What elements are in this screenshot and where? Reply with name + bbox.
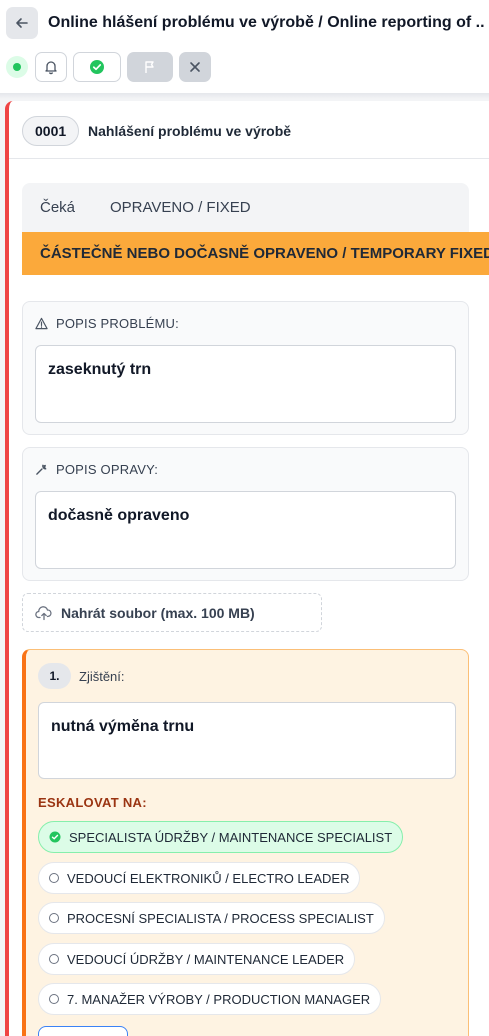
status-current-label: ČÁSTEČNĚ NEBO DOČASNĚ OPRAVENO / TEMPORA… — [40, 245, 489, 262]
close-button[interactable] — [179, 52, 211, 82]
problem-section: POPIS PROBLÉMU: zaseknutý trn — [22, 301, 469, 435]
radio-icon — [49, 913, 59, 923]
finding-section: 1. Zjištění: nutná výměna trnu ESKALOVAT… — [22, 649, 469, 1036]
escalate-option-production-manager[interactable]: 7. MANAŽER VÝROBY / PRODUCTION MANAGER — [38, 983, 382, 1015]
status-tabs: Čeká OPRAVENO / FIXED — [22, 183, 469, 233]
escalate-option-process-specialist[interactable]: PROCESNÍ SPECIALISTA / PROCESS SPECIALIS… — [38, 902, 385, 934]
card-title: Nahlášení problému ve výrobě — [88, 123, 292, 139]
radio-icon — [49, 994, 59, 1004]
repair-description-value: dočasně opraveno — [48, 507, 190, 524]
radio-icon — [49, 873, 59, 883]
problem-label-row: POPIS PROBLÉMU: — [35, 316, 179, 331]
confirm-button[interactable] — [73, 52, 121, 82]
option-label: VEDOUCÍ ELEKTRONIKŮ / ELECTRO LEADER — [67, 870, 350, 886]
status-waiting[interactable]: Čeká — [40, 199, 75, 216]
upload-label: Nahrát soubor (max. 100 MB) — [61, 604, 255, 621]
repair-label: POPIS OPRAVY: — [56, 462, 159, 477]
finding-label: Zjištění: — [79, 669, 125, 684]
bell-icon — [45, 61, 57, 75]
option-label: SPECIALISTA ÚDRŽBY / MAINTENANCE SPECIAL… — [69, 829, 393, 845]
problem-label: POPIS PROBLÉMU: — [56, 316, 179, 331]
report-id-badge: 0001 — [22, 116, 80, 146]
close-icon — [190, 62, 200, 72]
notifications-button[interactable] — [35, 52, 67, 82]
repair-label-row: POPIS OPRAVY: — [35, 462, 158, 477]
cloud-upload-icon — [35, 605, 52, 620]
add-finding-button[interactable] — [38, 1026, 128, 1036]
status-fixed[interactable]: OPRAVENO / FIXED — [110, 199, 251, 216]
finding-field[interactable]: nutná výměna trnu — [38, 702, 456, 779]
page-title: Online hlášení problému ve výrobě / Onli… — [48, 14, 484, 31]
upload-file-button[interactable]: Nahrát soubor (max. 100 MB) — [22, 593, 322, 632]
check-circle-icon — [90, 60, 104, 74]
finding-number: 1. — [38, 663, 71, 689]
card-header: 0001 Nahlášení problému ve výrobě — [9, 101, 489, 159]
app: Online hlášení problému ve výrobě / Onli… — [0, 0, 489, 1036]
report-card: 0001 Nahlášení problému ve výrobě Čeká O… — [5, 101, 489, 1036]
flag-icon — [145, 61, 154, 73]
header: Online hlášení problému ve výrobě / Onli… — [0, 0, 489, 94]
repair-description-field[interactable]: dočasně opraveno — [35, 491, 456, 569]
flag-button[interactable] — [127, 52, 173, 82]
status-indicator — [6, 56, 28, 78]
escalate-option-electro-leader[interactable]: VEDOUCÍ ELEKTRONIKŮ / ELECTRO LEADER — [38, 862, 361, 894]
option-label: PROCESNÍ SPECIALISTA / PROCESS SPECIALIS… — [67, 910, 374, 926]
option-label: 7. MANAŽER VÝROBY / PRODUCTION MANAGER — [67, 991, 371, 1007]
back-button[interactable] — [6, 7, 38, 39]
escalate-option-maintenance-specialist[interactable]: SPECIALISTA ÚDRŽBY / MAINTENANCE SPECIAL… — [38, 821, 404, 853]
escalate-option-maintenance-leader[interactable]: VEDOUCÍ ÚDRŽBY / MAINTENANCE LEADER — [38, 943, 356, 975]
escalate-label: ESKALOVAT NA: — [38, 795, 147, 810]
problem-description-value: zaseknutý trn — [48, 361, 152, 378]
status-dot-icon — [13, 63, 21, 71]
arrow-left-icon — [16, 18, 28, 28]
repair-section: POPIS OPRAVY: dočasně opraveno — [22, 447, 469, 581]
wrench-icon — [36, 464, 47, 475]
warning-icon — [35, 317, 48, 330]
check-circle-icon — [49, 831, 61, 843]
problem-description-field[interactable]: zaseknutý trn — [35, 345, 456, 423]
radio-icon — [49, 954, 59, 964]
header-shadow — [0, 93, 489, 99]
status-current-bar[interactable]: ČÁSTEČNĚ NEBO DOČASNĚ OPRAVENO / TEMPORA… — [22, 232, 489, 275]
finding-value: nutná výměna trnu — [51, 718, 195, 735]
option-label: VEDOUCÍ ÚDRŽBY / MAINTENANCE LEADER — [67, 951, 345, 967]
